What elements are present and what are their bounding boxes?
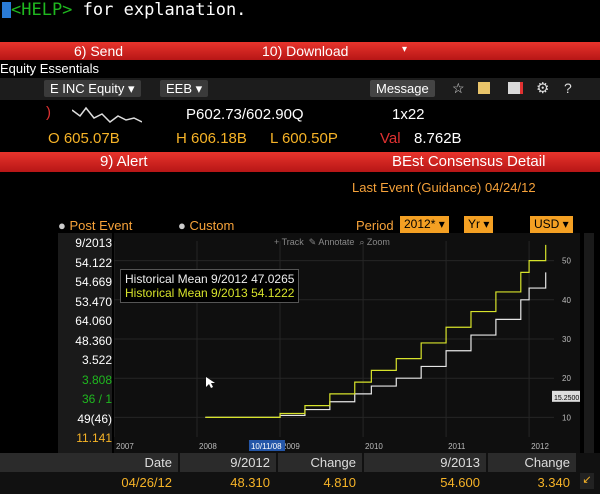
export-icon[interactable] [508,82,523,94]
cursor [2,2,11,18]
header-change-2[interactable]: Change [488,453,576,472]
currency-dropdown[interactable]: USD ▾ [530,216,573,233]
side-value: 48.360 [75,333,112,348]
row-change-1: 4.810 [323,475,356,490]
legend-series-2: Historical Mean 9/2013 54.1222 [125,286,295,300]
header-date[interactable]: Date [0,453,178,472]
y-marker-label: 15.2500 [554,395,579,402]
side-value: 3.522 [81,353,112,367]
post-event-radio[interactable]: ● Post Event [58,218,132,233]
star-icon[interactable]: ☆ [452,80,465,97]
header-9-2012[interactable]: 9/2012 [180,453,276,472]
period-dropdown[interactable]: 2012* ▾ [400,216,449,233]
val-amount: 8.762B [414,130,462,147]
side-value: 49(46) [77,411,112,426]
window-title: Equity Essentials [0,61,600,77]
sparkline-line [72,106,142,123]
chart-svg: 10203040502007 2008 2009 2010 2011 201210/11/… [113,241,580,451]
y-tick-label: 30 [562,335,571,344]
post-event-label: Post Event [69,218,133,233]
sparkline [72,106,142,123]
annotate-label: Annotate [318,237,355,247]
zoom-button[interactable]: ⌕ Zoom [359,237,390,247]
legend-series-1: Historical Mean 9/2012 47.0265 [125,272,295,286]
y-tick-label: 10 [562,413,571,422]
header-change-1[interactable]: Change [278,453,362,472]
page-title: BEst Consensus Detail [392,153,546,170]
alert-button[interactable]: 9) Alert [100,153,148,170]
x-tick-label: 2010 [365,442,383,451]
last-event-text: Last Event (Guidance) 04/24/12 [352,180,536,195]
scrollbar[interactable] [584,233,594,453]
alert-bar: 9) Alert BEst Consensus Detail [0,152,600,172]
last-price: P602.73/602.90Q [186,106,304,123]
row-9-2012: 48.310 [230,475,270,490]
side-value: 54.122 [75,255,112,270]
open-price: O 605.07B [48,130,120,147]
exchange-dropdown[interactable]: EEB ▾ [160,80,209,97]
custom-label: Custom [189,218,235,233]
help-icon[interactable]: ? [564,80,572,96]
side-value: 11.141 [76,431,112,445]
side-value: 3.808 [81,372,112,387]
chart-link-icon[interactable]: ↙ [580,473,594,489]
chart-area[interactable]: + Track ✎ Annotate ⌕ Zoom 10 20 30 40 50 2007… [113,233,580,453]
radio-icon: ● [178,218,186,233]
x-tick-label: 2007 [116,442,134,451]
custom-radio[interactable]: ● Custom [178,218,234,233]
x-tick-label: 2012 [531,442,549,451]
val-label: Val [380,130,401,147]
row-date: 04/26/12 [121,475,172,490]
frequency-dropdown[interactable]: Yr ▾ [464,216,494,233]
side-value: 53.470 [75,294,112,309]
track-label: Track [281,237,304,247]
command-text: for explanation. [72,0,247,20]
x-tick-label: 2008 [199,442,217,451]
side-value: 9/2013 [75,236,112,250]
last-event: Last Event (Guidance) 04/24/12 [352,180,536,195]
track-button[interactable]: + Track [274,237,304,247]
send-button[interactable]: 6) Send [74,43,123,59]
mouse-pointer-icon [206,377,215,388]
download-button[interactable]: 10) Download [262,43,348,59]
low-price: L 600.50P [270,130,338,147]
y-tick-label: 40 [562,296,571,305]
zoom-label: Zoom [366,237,390,247]
x-marker-label: 10/11/08 [251,442,282,451]
period-label: Period [356,218,394,233]
command-line[interactable]: <HELP> for explanation. [0,0,600,22]
gear-icon[interactable]: ⚙ [536,79,549,97]
consensus-table: Date 9/2012 Change 9/2013 Change 04/26/1… [0,453,600,494]
save-icon[interactable] [478,82,490,94]
help-key: <HELP> [11,0,73,20]
chart-toolbar: + Track ✎ Annotate ⌕ Zoom [274,237,390,248]
ticker-label: E INC Equity [50,81,125,96]
row-9-2013: 54.600 [440,475,480,490]
side-value: 64.060 [75,314,112,328]
exchange-label: EEB [166,81,193,96]
annotate-button[interactable]: ✎ Annotate [309,237,355,247]
function-bar: 6) Send 10) Download ▾ [0,42,600,60]
ticker-dropdown[interactable]: E INC Equity ▾ [44,80,141,97]
radio-icon: ● [58,218,66,233]
chart-legend: Historical Mean 9/2012 47.0265 Historica… [120,269,300,303]
red-marker: ) [46,104,51,121]
side-value: 36 / 1 [81,392,112,406]
pointer-shape [206,377,215,388]
y-tick-label: 20 [562,374,571,383]
high-price: H 606.18B [176,130,247,147]
period-value: 2012 [404,217,431,231]
message-label: Message [376,81,429,96]
currency-value: USD [534,217,560,231]
security-toolbar: E INC Equity ▾ EEB ▾ Message ☆ ⚙ ? [0,78,600,100]
header-9-2013[interactable]: 9/2013 [364,453,486,472]
side-value: 54.669 [75,275,112,289]
message-button[interactable]: Message [370,80,435,97]
y-tick-label: 50 [562,257,571,266]
bid-ask-size: 1x22 [392,106,425,123]
frequency-value: Yr [468,217,480,231]
row-change-2: 3.340 [537,475,570,490]
x-tick-label: 2011 [448,442,466,451]
dropdown-arrow-icon[interactable]: ▾ [402,44,407,55]
